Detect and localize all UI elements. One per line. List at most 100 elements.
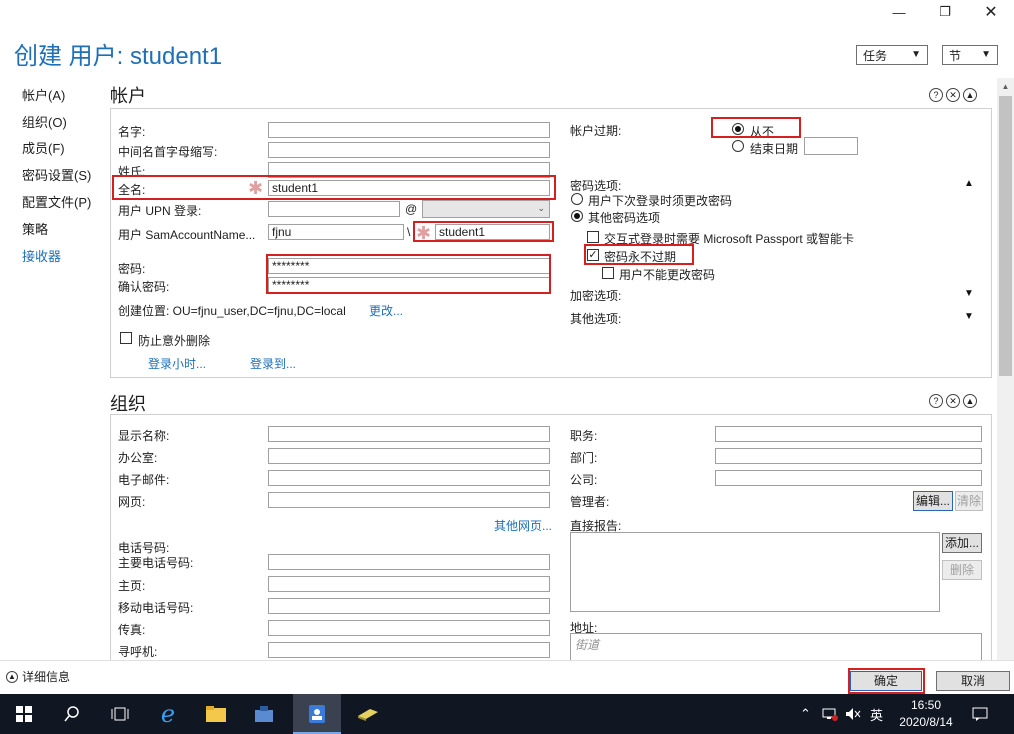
collapse-triangle-icon[interactable]: ▲	[964, 178, 974, 189]
search-button[interactable]	[48, 694, 96, 734]
collapse-icon[interactable]: ▲	[963, 394, 977, 408]
volume-status[interactable]	[845, 694, 861, 734]
initials-label: 中间名首字母缩写:	[118, 145, 218, 159]
other-web-pages-link[interactable]: 其他网页...	[494, 517, 552, 534]
task-view-button[interactable]	[96, 694, 144, 734]
close-section-icon[interactable]: ✕	[946, 88, 960, 102]
taskbar-server-manager[interactable]	[240, 694, 288, 734]
department-label: 部门:	[570, 451, 598, 465]
clear-manager-button[interactable]: 清除	[955, 491, 983, 511]
street-input[interactable]: 街道	[570, 633, 982, 660]
display-name-input[interactable]	[268, 426, 550, 442]
fax-input[interactable]	[268, 620, 550, 636]
scroll-up-icon[interactable]: ▲	[997, 78, 1014, 95]
nav-item-receivers[interactable]: 接收器	[22, 246, 61, 265]
web-page-input[interactable]	[268, 492, 550, 508]
restore-icon: ❐	[939, 4, 951, 19]
initials-input[interactable]	[268, 142, 550, 158]
help-icon[interactable]: ?	[929, 88, 943, 102]
highlight-sam-account	[413, 221, 554, 242]
volume-muted-icon	[846, 708, 861, 720]
notifications-button[interactable]	[972, 694, 988, 734]
remove-report-button[interactable]: 删除	[942, 560, 982, 580]
first-name-input[interactable]	[268, 122, 550, 138]
more-information-toggle[interactable]: ▲ 详细信息	[6, 668, 70, 685]
nav-item-member-of[interactable]: 成员(F)	[22, 138, 65, 157]
home-phone-input[interactable]	[268, 576, 550, 592]
show-hidden-icons[interactable]: ⌃	[800, 694, 811, 734]
end-date-input[interactable]	[804, 137, 858, 155]
tasks-menu[interactable]: 任务 ▼	[856, 45, 928, 65]
input-method-indicator[interactable]: 英	[870, 694, 883, 734]
upn-suffix-select[interactable]: ⌄	[422, 200, 550, 218]
email-input[interactable]	[268, 470, 550, 486]
chevron-up-icon: ⌃	[800, 706, 811, 721]
main-phone-input[interactable]	[268, 554, 550, 570]
password-label: 密码:	[118, 262, 146, 276]
restore-button[interactable]: ❐	[922, 0, 968, 24]
email-label: 电子邮件:	[118, 473, 170, 487]
upn-input[interactable]	[268, 201, 400, 217]
must-change-radio[interactable]	[571, 193, 583, 205]
folder-icon	[206, 706, 226, 722]
help-icon[interactable]: ?	[929, 394, 943, 408]
taskbar-internet-explorer[interactable]: e	[144, 694, 192, 734]
taskbar-ad-admin-center[interactable]	[293, 694, 341, 734]
other-password-options-radio[interactable]	[571, 210, 583, 222]
change-location-link[interactable]: 更改...	[369, 302, 403, 319]
fax-label: 传真:	[118, 623, 146, 637]
vertical-scrollbar[interactable]: ▲	[997, 78, 1014, 660]
expand-triangle-icon[interactable]: ▼	[964, 311, 974, 322]
content-area: 帐户 ? ✕ ▲ 名字: 中间名首字母缩写: 姓氏: 全名: ✱ student…	[107, 78, 997, 660]
cancel-button[interactable]: 取消	[936, 671, 1010, 691]
nav-item-profile[interactable]: 配置文件(P)	[22, 192, 91, 211]
pager-label: 寻呼机:	[118, 645, 158, 659]
protect-deletion-checkbox[interactable]	[120, 332, 132, 344]
sam-label: 用户 SamAccountName...	[118, 228, 256, 242]
account-expires-label: 帐户过期:	[570, 124, 622, 138]
job-title-label: 职务:	[570, 429, 598, 443]
nav-item-policy[interactable]: 策略	[22, 219, 48, 238]
sections-menu[interactable]: 节 ▼	[942, 45, 998, 65]
close-section-icon[interactable]: ✕	[946, 394, 960, 408]
smartcard-checkbox[interactable]	[587, 231, 599, 243]
home-phone-label: 主页:	[118, 579, 146, 593]
chevron-down-icon: ⌄	[537, 203, 545, 213]
clock[interactable]: 16:50 2020/8/14	[888, 697, 964, 731]
end-date-radio[interactable]	[732, 140, 744, 152]
create-in-label: 创建位置: OU=fjnu_user,DC=fjnu,DC=local	[118, 304, 346, 318]
department-input[interactable]	[715, 448, 982, 464]
mobile-phone-input[interactable]	[268, 598, 550, 614]
network-status[interactable]	[822, 694, 838, 734]
logon-to-link[interactable]: 登录到...	[250, 355, 296, 372]
sam-domain-input[interactable]: fjnu	[268, 224, 404, 240]
highlight-password	[266, 254, 551, 294]
task-view-icon	[111, 707, 129, 721]
office-input[interactable]	[268, 448, 550, 464]
collapse-icon[interactable]: ▲	[963, 88, 977, 102]
company-label: 公司:	[570, 473, 598, 487]
minimize-button[interactable]: —	[876, 0, 922, 24]
nav-item-account[interactable]: 帐户(A)	[22, 85, 65, 104]
taskbar-file-explorer[interactable]	[192, 694, 240, 734]
job-title-input[interactable]	[715, 426, 982, 442]
start-button[interactable]	[0, 694, 48, 734]
scrollbar-thumb[interactable]	[999, 96, 1012, 376]
taskbar-app[interactable]	[344, 694, 392, 734]
nav-item-password-settings[interactable]: 密码设置(S)	[22, 165, 91, 184]
taskbar: e ⌃ 英 16:50 2020/8/14	[0, 694, 1014, 734]
logon-hours-link[interactable]: 登录小时...	[148, 355, 206, 372]
company-input[interactable]	[715, 470, 982, 486]
direct-reports-list[interactable]	[570, 532, 940, 612]
page-title: 创建 用户: student1	[14, 43, 223, 70]
clock-time: 16:50	[910, 698, 942, 712]
add-report-button[interactable]: 添加...	[942, 533, 982, 553]
network-icon	[822, 708, 838, 721]
expand-triangle-icon[interactable]: ▼	[964, 288, 974, 299]
edit-manager-button[interactable]: 编辑...	[913, 491, 953, 511]
highlight-full-name	[112, 175, 556, 200]
cannot-change-checkbox[interactable]	[602, 267, 614, 279]
pager-input[interactable]	[268, 642, 550, 658]
nav-item-organization[interactable]: 组织(O)	[22, 112, 67, 131]
close-button[interactable]: ✕	[968, 0, 1014, 24]
